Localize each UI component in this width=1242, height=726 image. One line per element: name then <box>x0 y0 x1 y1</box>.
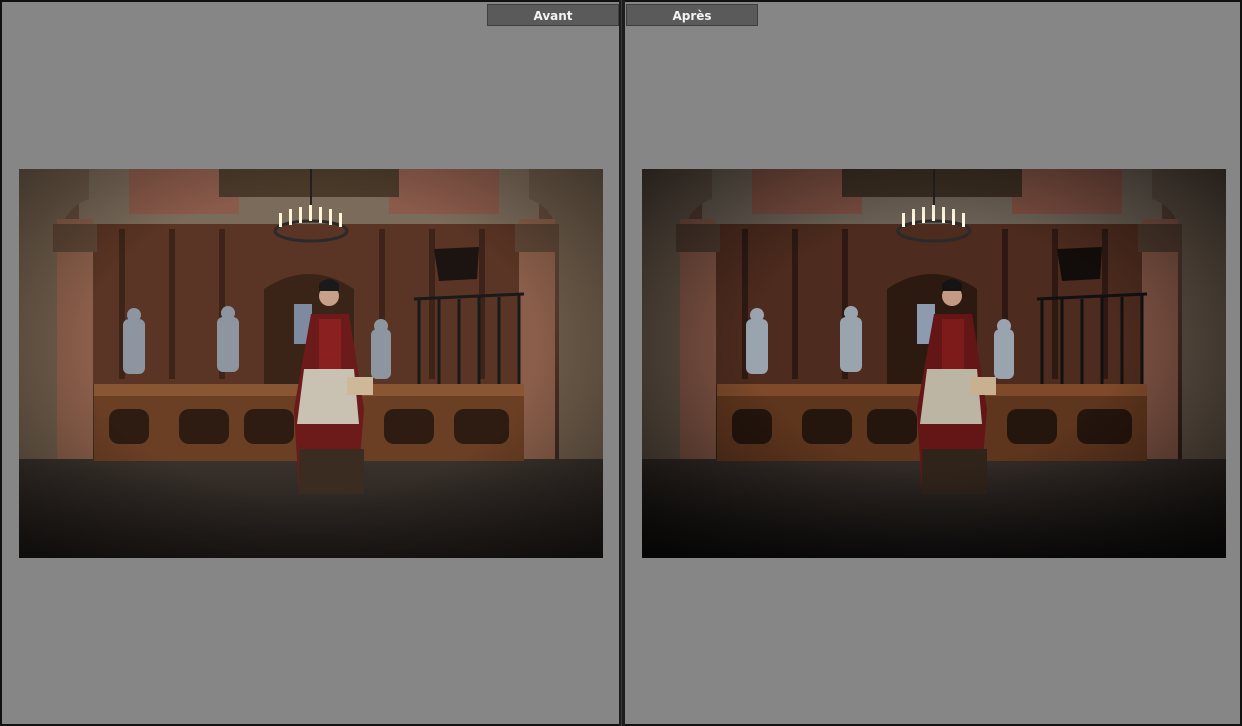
before-label: Avant <box>487 4 619 26</box>
after-photo[interactable] <box>642 169 1226 558</box>
photo-castle-hall-icon <box>19 169 603 558</box>
before-photo[interactable] <box>19 169 603 558</box>
after-pane[interactable]: Après <box>625 2 1240 724</box>
photo-castle-hall-icon <box>642 169 1226 558</box>
before-after-compare-view: Avant Après <box>0 0 1242 726</box>
after-label: Après <box>626 4 758 26</box>
before-pane[interactable]: Avant <box>2 2 619 724</box>
